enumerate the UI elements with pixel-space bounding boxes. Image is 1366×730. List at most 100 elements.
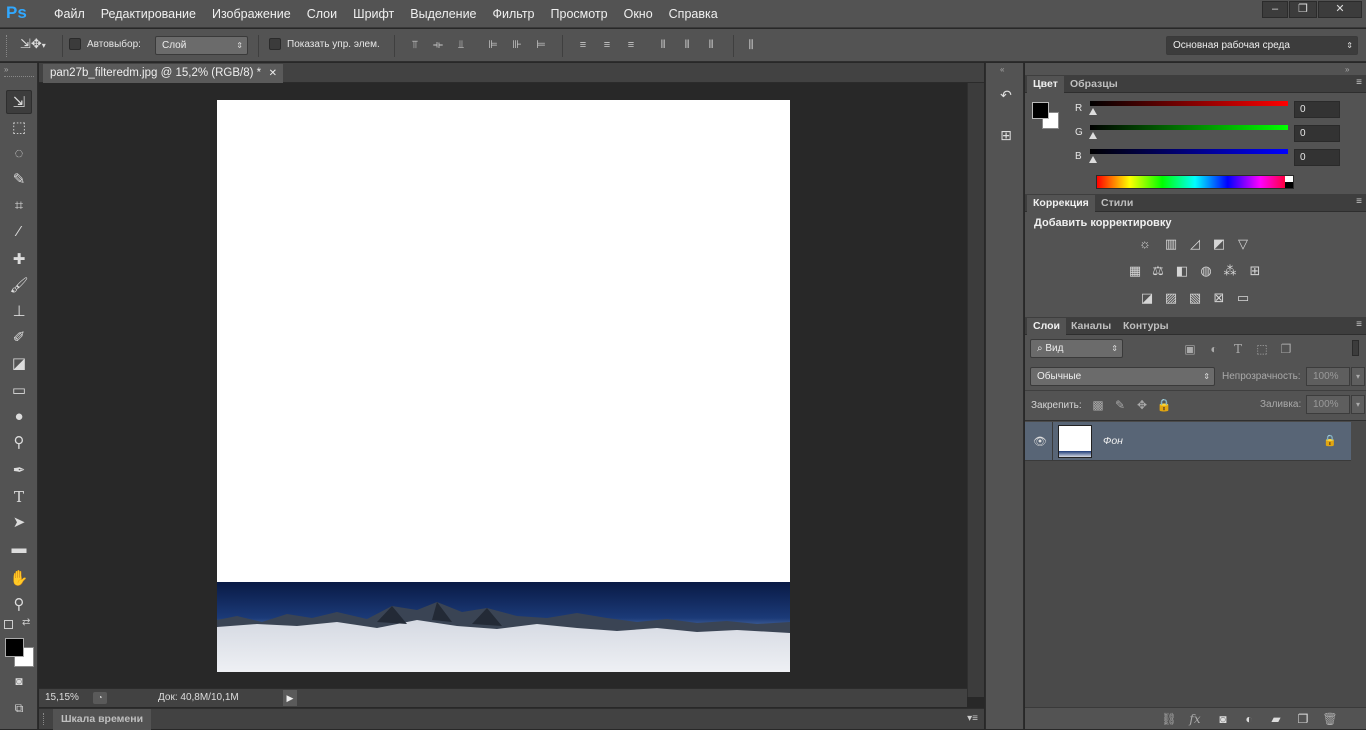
distribute-top-icon[interactable]: ≡ xyxy=(577,39,589,51)
workspace-dropdown[interactable]: Основная рабочая среда ⇕ xyxy=(1166,36,1358,55)
align-top-icon[interactable]: ⫪ xyxy=(409,39,421,51)
lock-transparency-icon[interactable]: ▩ xyxy=(1090,397,1106,413)
black-white-icon[interactable]: ◧ xyxy=(1173,263,1191,279)
hue-saturation-icon[interactable]: ▦ xyxy=(1126,263,1144,279)
menu-view[interactable]: Просмотр xyxy=(543,0,616,28)
eyedropper-tool-icon[interactable]: ⁄ xyxy=(6,220,32,244)
menu-filter[interactable]: Фильтр xyxy=(485,0,543,28)
lasso-tool-icon[interactable]: ◌ xyxy=(6,142,32,166)
dodge-tool-icon[interactable]: ⚲ xyxy=(6,431,32,455)
timeline-menu-icon[interactable]: ▾≡ xyxy=(967,713,978,724)
menu-image[interactable]: Изображение xyxy=(204,0,299,28)
channel-g-thumb[interactable] xyxy=(1089,132,1097,139)
distribute-vcenter-icon[interactable]: ≡ xyxy=(601,39,613,51)
auto-align-icon[interactable]: ⫼ xyxy=(745,39,757,51)
collapse-panels-icon[interactable]: » xyxy=(1345,65,1349,74)
distribute-left-icon[interactable]: ⫴ xyxy=(657,39,669,51)
move-tool-preset-icon[interactable]: ⇲✥▾ xyxy=(20,36,56,54)
pen-tool-icon[interactable]: ✒ xyxy=(6,459,32,483)
status-menu-arrow-icon[interactable]: ▶ xyxy=(283,690,297,706)
photo-filter-icon[interactable]: ◍ xyxy=(1197,263,1215,279)
eraser-tool-icon[interactable]: ◪ xyxy=(6,352,32,376)
menu-type[interactable]: Шрифт xyxy=(345,0,402,28)
layer-thumbnail[interactable] xyxy=(1058,425,1092,458)
gradient-map-icon[interactable]: ▭ xyxy=(1234,290,1252,306)
color-lookup-icon[interactable]: ⊞ xyxy=(1246,263,1264,279)
minimize-button[interactable]: – xyxy=(1262,1,1288,18)
channel-g-value[interactable]: 0 xyxy=(1294,125,1340,142)
threshold-icon[interactable]: ▧ xyxy=(1186,290,1204,306)
zoom-tool-icon[interactable]: ⚲ xyxy=(6,593,32,617)
channel-b-thumb[interactable] xyxy=(1089,156,1097,163)
healing-brush-tool-icon[interactable]: ✚ xyxy=(6,248,32,272)
filter-type-icon[interactable]: T xyxy=(1230,341,1246,357)
properties-panel-icon[interactable]: ⊞ xyxy=(996,127,1016,147)
autoselect-dropdown[interactable]: Слой ⇕ xyxy=(155,36,248,55)
filter-smart-object-icon[interactable]: ❐ xyxy=(1278,341,1294,357)
blur-tool-icon[interactable]: ● xyxy=(6,405,32,429)
timeline-tab[interactable]: Шкала времени xyxy=(53,709,152,730)
posterize-icon[interactable]: ▨ xyxy=(1162,290,1180,306)
tab-styles[interactable]: Стили xyxy=(1095,195,1139,212)
align-vcenter-icon[interactable]: ⟛ xyxy=(432,39,444,51)
close-window-button[interactable]: ✕ xyxy=(1318,1,1362,18)
menu-edit[interactable]: Редактирование xyxy=(93,0,204,28)
delete-layer-icon[interactable]: 🗑 xyxy=(1322,711,1338,727)
crop-tool-icon[interactable]: ⌗ xyxy=(6,194,32,218)
channel-b-value[interactable]: 0 xyxy=(1294,149,1340,166)
channel-mixer-icon[interactable]: ⁂ xyxy=(1221,263,1239,279)
adjustments-panel-menu-icon[interactable]: ≡ xyxy=(1356,196,1362,207)
distribute-hcenter-icon[interactable]: ⫴ xyxy=(681,39,693,51)
selective-color-icon[interactable]: ⊠ xyxy=(1210,290,1228,306)
color-balance-icon[interactable]: ⚖ xyxy=(1149,263,1167,279)
vibrance-icon[interactable]: ▽ xyxy=(1234,236,1252,252)
color-foreground-swatch[interactable] xyxy=(1032,102,1049,119)
quick-select-tool-icon[interactable]: ✎ xyxy=(6,168,32,192)
tab-layers[interactable]: Слои xyxy=(1027,318,1066,335)
autoselect-checkbox[interactable] xyxy=(69,38,81,50)
layer-visibility-eye-icon[interactable]: 👁 xyxy=(1033,435,1047,448)
brush-tool-icon[interactable]: 🖌 xyxy=(6,274,32,298)
document-status-icon[interactable]: ◔ xyxy=(93,692,107,704)
history-panel-icon[interactable]: ↶ xyxy=(996,87,1016,107)
filter-shape-icon[interactable]: ⬚ xyxy=(1254,341,1270,357)
tab-adjustments[interactable]: Коррекция xyxy=(1027,195,1095,212)
lock-image-pixels-icon[interactable]: ✎ xyxy=(1112,397,1128,413)
type-tool-icon[interactable]: T xyxy=(6,485,32,509)
collapse-dock-icon[interactable]: « xyxy=(1000,65,1004,74)
filter-adjustment-icon[interactable]: ◐ xyxy=(1206,341,1222,357)
history-brush-tool-icon[interactable]: ✐ xyxy=(6,326,32,350)
brightness-contrast-icon[interactable]: ☼ xyxy=(1136,236,1154,252)
tab-color[interactable]: Цвет xyxy=(1027,76,1064,93)
clone-stamp-tool-icon[interactable]: ⊥ xyxy=(6,300,32,324)
new-layer-icon[interactable]: ❐ xyxy=(1295,711,1311,727)
marquee-tool-icon[interactable]: ⬚ xyxy=(6,116,32,140)
add-mask-icon[interactable]: ◙ xyxy=(1215,711,1231,727)
close-tab-icon[interactable]: ✕ xyxy=(269,64,277,83)
layer-style-fx-icon[interactable]: fx xyxy=(1187,711,1203,727)
menu-window[interactable]: Окно xyxy=(616,0,661,28)
align-hcenter-icon[interactable]: ⊪ xyxy=(511,39,523,51)
hand-tool-icon[interactable]: ✋ xyxy=(6,567,32,591)
vertical-scrollbar[interactable] xyxy=(967,83,984,697)
fill-dropdown-arrow-icon[interactable]: ▾ xyxy=(1351,395,1365,414)
move-tool-icon[interactable]: ⇲ xyxy=(6,90,32,114)
fill-input[interactable]: 100% xyxy=(1306,395,1350,414)
distribute-bottom-icon[interactable]: ≡ xyxy=(625,39,637,51)
swap-colors-icon[interactable]: ⇄ xyxy=(22,617,30,628)
screen-mode-icon[interactable]: ⧉ xyxy=(6,696,32,720)
filter-pixel-icon[interactable]: ▣ xyxy=(1182,341,1198,357)
align-left-icon[interactable]: ⊫ xyxy=(487,39,499,51)
tab-swatches[interactable]: Образцы xyxy=(1064,76,1124,93)
exposure-icon[interactable]: ◩ xyxy=(1210,236,1228,252)
path-select-tool-icon[interactable]: ➤ xyxy=(6,511,32,535)
opacity-dropdown-arrow-icon[interactable]: ▾ xyxy=(1351,367,1365,386)
color-panel-menu-icon[interactable]: ≡ xyxy=(1356,77,1362,88)
quick-mask-icon[interactable]: ◙ xyxy=(6,669,32,693)
lock-all-icon[interactable]: 🔒 xyxy=(1156,397,1172,413)
channel-r-thumb[interactable] xyxy=(1089,108,1097,115)
tab-paths[interactable]: Контуры xyxy=(1117,318,1175,335)
layer-filter-dropdown[interactable]: ⌕ Вид ⇕ xyxy=(1030,339,1123,358)
opacity-input[interactable]: 100% xyxy=(1306,367,1350,386)
zoom-level[interactable]: 15,15% xyxy=(45,692,79,703)
